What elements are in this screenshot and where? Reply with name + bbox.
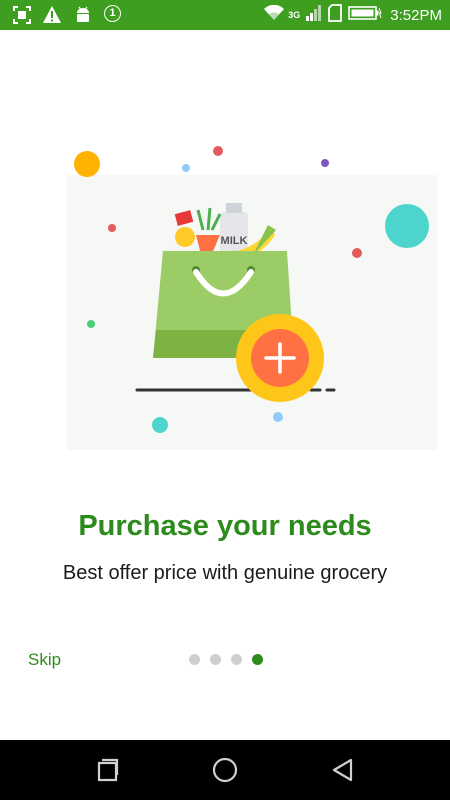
confetti-dot bbox=[87, 320, 95, 328]
network-type-label: 3G bbox=[288, 10, 301, 20]
screenshot-icon bbox=[12, 5, 32, 30]
status-indicators: 3G 3:52PM bbox=[264, 0, 442, 30]
confetti-dot bbox=[152, 417, 168, 433]
milk-label: MILK bbox=[221, 235, 248, 247]
notification-count-badge: 1 bbox=[104, 5, 121, 22]
confetti-dot bbox=[273, 412, 283, 422]
onboarding-subtitle: Best offer price with genuine grocery bbox=[62, 562, 388, 584]
sim-icon bbox=[328, 3, 343, 27]
back-icon[interactable] bbox=[328, 755, 358, 785]
navigation-bar bbox=[0, 740, 450, 800]
confetti-dot bbox=[74, 151, 100, 177]
page-indicator bbox=[189, 654, 263, 665]
status-bar: 1 3G 3:52PM bbox=[0, 0, 450, 30]
confetti-dot bbox=[352, 248, 362, 258]
onboarding-screen: 1 3G 3:52PM MILK Purchase your needs Bes… bbox=[0, 0, 450, 800]
android-icon bbox=[74, 5, 92, 30]
page-dot-active[interactable] bbox=[252, 654, 263, 665]
lemon bbox=[175, 227, 195, 247]
confetti-dot bbox=[213, 146, 223, 156]
confetti-dot bbox=[108, 224, 116, 232]
warning-icon bbox=[42, 5, 62, 30]
confetti-dot bbox=[385, 204, 429, 248]
signal-icon bbox=[306, 4, 322, 26]
page-dot[interactable] bbox=[189, 654, 200, 665]
onboarding-title: Purchase your needs bbox=[78, 510, 372, 542]
recent-apps-icon[interactable] bbox=[93, 755, 123, 785]
battery-icon bbox=[348, 5, 383, 26]
skip-button[interactable]: Skip bbox=[28, 650, 61, 670]
home-icon[interactable] bbox=[210, 755, 240, 785]
page-dot[interactable] bbox=[231, 654, 242, 665]
page-dot[interactable] bbox=[210, 654, 221, 665]
confetti-dot bbox=[182, 164, 190, 172]
clock: 3:52PM bbox=[390, 6, 442, 24]
confetti-dot bbox=[321, 159, 329, 167]
grocery-bag-illustration: MILK bbox=[67, 146, 437, 450]
wifi-icon bbox=[264, 4, 285, 26]
